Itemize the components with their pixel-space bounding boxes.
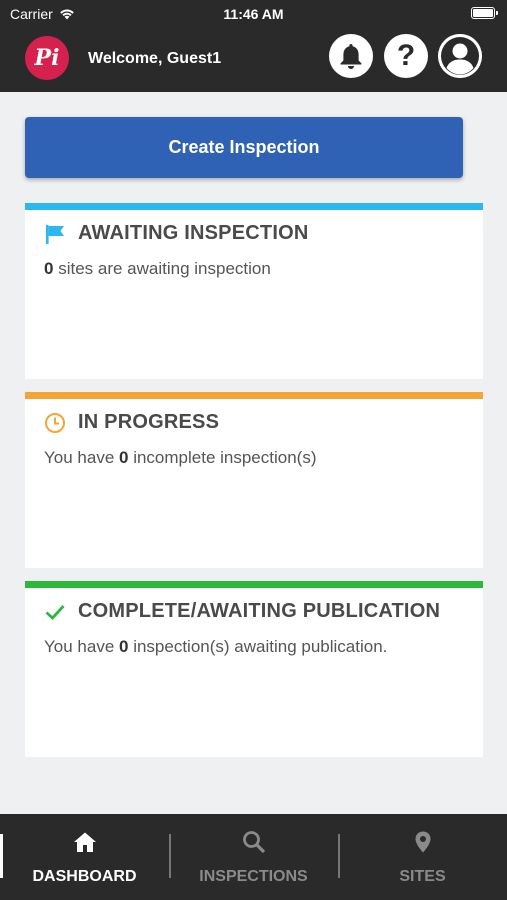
- awaiting-inspection-card[interactable]: AWAITING INSPECTION 0 sites are awaiting…: [25, 203, 483, 379]
- nav-sites-label: SITES: [399, 868, 446, 885]
- clock-icon: [45, 413, 65, 433]
- card-title: AWAITING INSPECTION: [78, 222, 309, 244]
- card-text-suffix: incomplete inspection(s): [128, 448, 317, 467]
- battery-icon: [471, 7, 498, 19]
- nav-inspections[interactable]: INSPECTIONS: [169, 814, 338, 900]
- nav-dashboard-label: DASHBOARD: [32, 868, 137, 885]
- home-icon: [73, 832, 96, 852]
- bottom-nav: DASHBOARD INSPECTIONS SITES: [0, 814, 507, 900]
- create-inspection-button[interactable]: Create Inspection: [25, 117, 463, 178]
- in-progress-card[interactable]: IN PROGRESS You have 0 incomplete inspec…: [25, 392, 483, 568]
- search-icon: [242, 831, 265, 854]
- card-text-suffix: sites are awaiting inspection: [53, 259, 271, 278]
- nav-dashboard[interactable]: DASHBOARD: [0, 814, 169, 900]
- checkmark-icon: [45, 605, 65, 620]
- card-accent-bar: [25, 203, 483, 210]
- card-text-prefix: You have: [44, 448, 119, 467]
- card-text-prefix: You have: [44, 637, 119, 656]
- app-logo: Pi: [25, 36, 69, 80]
- logo-text: Pi: [34, 45, 60, 71]
- card-title: COMPLETE/AWAITING PUBLICATION: [78, 600, 441, 622]
- welcome-text: Welcome, Guest1: [88, 50, 222, 67]
- card-accent-bar: [25, 581, 483, 588]
- complete-awaiting-publication-card[interactable]: COMPLETE/AWAITING PUBLICATION You have 0…: [25, 581, 483, 757]
- card-text: You have 0 incomplete inspection(s): [44, 448, 317, 468]
- nav-sites[interactable]: SITES: [338, 814, 507, 900]
- status-bar: Carrier 11:46 AM: [0, 0, 507, 26]
- flag-icon: [46, 225, 64, 244]
- nav-inspections-label: INSPECTIONS: [199, 868, 308, 885]
- location-pin-icon: [415, 831, 430, 853]
- card-text-suffix: inspection(s) awaiting publication.: [128, 637, 388, 656]
- status-time: 11:46 AM: [223, 6, 284, 22]
- card-text: 0 sites are awaiting inspection: [44, 259, 271, 279]
- app-header: Pi Welcome, Guest1 ?: [0, 26, 507, 92]
- profile-button[interactable]: [438, 34, 482, 78]
- card-text: You have 0 inspection(s) awaiting public…: [44, 637, 387, 657]
- question-icon: ?: [396, 39, 416, 72]
- user-avatar-icon: [438, 34, 482, 78]
- card-title: IN PROGRESS: [78, 411, 220, 433]
- help-button[interactable]: ?: [384, 34, 428, 78]
- notifications-button[interactable]: [329, 34, 373, 78]
- bell-icon: [340, 44, 362, 69]
- card-accent-bar: [25, 392, 483, 399]
